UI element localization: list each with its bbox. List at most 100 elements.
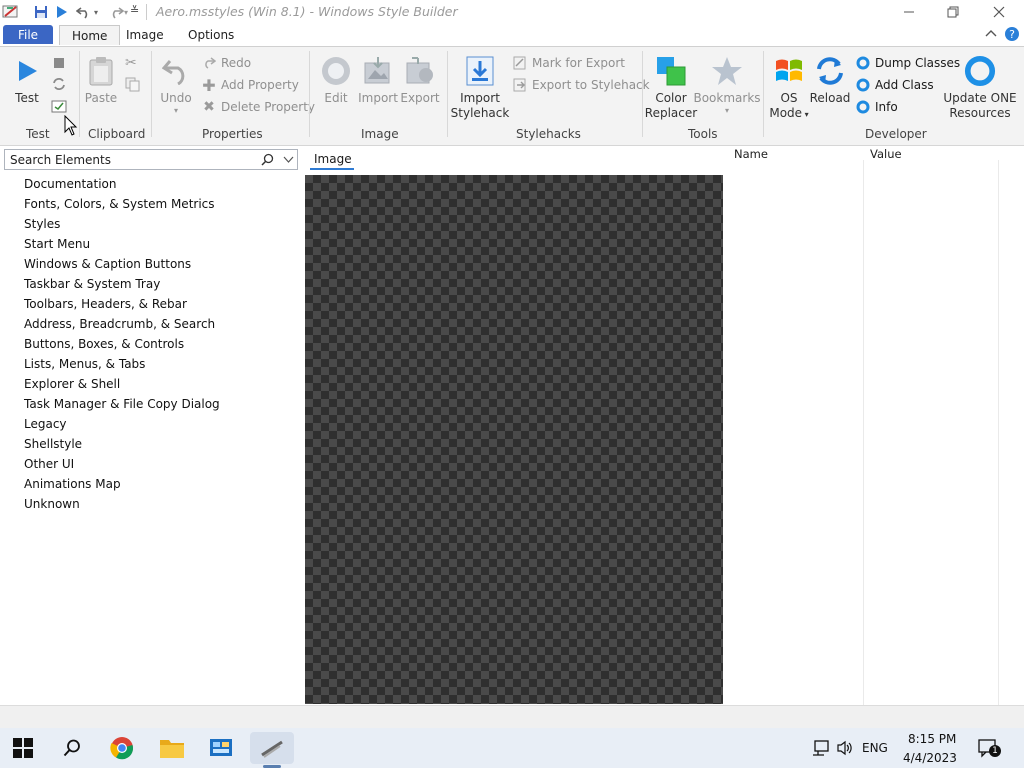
volume-icon[interactable] — [836, 739, 854, 757]
os-mode-button[interactable]: OS Mode ▾ — [768, 55, 810, 122]
tab-underline — [310, 168, 354, 170]
tree-item-unknown[interactable]: Unknown — [24, 497, 80, 511]
update-one-resources-button[interactable]: Update ONE Resources — [943, 55, 1017, 121]
tree-item-fonts-colors[interactable]: Fonts, Colors, & System Metrics — [24, 197, 215, 211]
search-box[interactable] — [4, 149, 298, 170]
image-group-label: Image — [361, 127, 399, 141]
clock-date[interactable]: 4/4/2023 — [903, 751, 957, 765]
paste-button[interactable]: Paste — [84, 55, 118, 106]
color-replacer-icon — [655, 55, 687, 87]
separator — [763, 51, 764, 137]
chrome-icon[interactable] — [104, 732, 140, 764]
delete-property-button[interactable]: ✖ Delete Property — [201, 97, 315, 117]
edit-button[interactable]: Edit — [318, 55, 354, 106]
export-to-stylehack-button[interactable]: Export to Stylehack — [512, 75, 650, 95]
ribbon: Test Test Paste ✂ Clipboard Undo ▾ Redo … — [0, 46, 1024, 146]
stop-icon[interactable] — [54, 58, 64, 68]
clipboard-icon — [85, 55, 117, 87]
value-column-header[interactable]: Value — [870, 147, 902, 161]
checklist-icon[interactable] — [51, 100, 67, 113]
undo-button[interactable]: Undo ▾ — [158, 55, 194, 116]
mark-for-export-button[interactable]: Mark for Export — [512, 53, 625, 73]
ring-icon — [855, 99, 871, 115]
clock-time[interactable]: 8:15 PM — [908, 732, 956, 746]
style-builder-taskbar-icon[interactable] — [250, 732, 294, 764]
tree-item-address[interactable]: Address, Breadcrumb, & Search — [24, 317, 215, 331]
tree-item-animations[interactable]: Animations Map — [24, 477, 121, 491]
minimize-button[interactable] — [886, 0, 932, 24]
undo-dropdown-icon[interactable]: ▾ — [94, 8, 98, 17]
start-button[interactable] — [5, 732, 41, 764]
cut-icon[interactable]: ✂ — [125, 55, 137, 71]
tab-home[interactable]: Home — [59, 25, 121, 45]
tree-item-explorer[interactable]: Explorer & Shell — [24, 377, 120, 391]
export-image-icon — [404, 55, 436, 87]
redo-icon[interactable] — [107, 3, 125, 21]
tree-item-start-menu[interactable]: Start Menu — [24, 237, 90, 251]
bookmarks-button[interactable]: Bookmarks ▾ — [693, 55, 761, 116]
bookmarks-dropdown-icon[interactable]: ▾ — [725, 106, 729, 116]
tab-file[interactable]: File — [3, 25, 53, 44]
download-icon — [464, 55, 496, 87]
file-explorer-icon[interactable] — [154, 732, 190, 764]
ring-icon — [855, 77, 871, 93]
name-column-header[interactable]: Name — [734, 147, 768, 161]
star-icon — [711, 55, 743, 87]
search-icon[interactable] — [54, 732, 90, 764]
ring-icon — [855, 55, 871, 71]
network-icon[interactable] — [812, 739, 830, 757]
app-icon[interactable] — [2, 3, 20, 21]
separator — [309, 51, 310, 137]
export-icon — [512, 77, 528, 93]
search-icon[interactable] — [261, 153, 274, 166]
tree-item-legacy[interactable]: Legacy — [24, 417, 67, 431]
edit-image-icon — [320, 55, 352, 87]
add-property-button[interactable]: ✚ Add Property — [201, 75, 299, 95]
tree-item-other-ui[interactable]: Other UI — [24, 457, 74, 471]
add-class-button[interactable]: Add Class — [855, 75, 934, 95]
undo-dropdown-icon[interactable]: ▾ — [174, 106, 178, 116]
refresh-icon[interactable] — [52, 77, 66, 91]
help-icon[interactable]: ? — [1004, 26, 1020, 42]
test-button[interactable]: Test — [10, 55, 44, 106]
tree-item-windows-caption[interactable]: Windows & Caption Buttons — [24, 257, 191, 271]
collapse-ribbon-icon[interactable] — [984, 27, 998, 41]
tree-item-lists[interactable]: Lists, Menus, & Tabs — [24, 357, 145, 371]
tree-item-buttons[interactable]: Buttons, Boxes, & Controls — [24, 337, 184, 351]
import-button[interactable]: Import — [358, 55, 398, 106]
search-input[interactable] — [10, 152, 250, 167]
color-replacer-button[interactable]: Color Replacer — [645, 55, 697, 121]
language-indicator[interactable]: ENG — [862, 741, 888, 755]
tree-item-task-manager[interactable]: Task Manager & File Copy Dialog — [24, 397, 220, 411]
image-tab[interactable]: Image — [314, 152, 352, 166]
play-icon[interactable] — [53, 3, 71, 21]
export-button[interactable]: Export — [400, 55, 440, 106]
control-panel-icon[interactable] — [203, 732, 239, 764]
close-button[interactable] — [976, 0, 1022, 24]
copy-icon[interactable] — [125, 77, 140, 92]
os-mode-dropdown-icon[interactable]: ▾ — [802, 110, 809, 119]
info-button[interactable]: Info — [855, 97, 898, 117]
tree-item-toolbars[interactable]: Toolbars, Headers, & Rebar — [24, 297, 187, 311]
save-icon[interactable] — [32, 3, 50, 21]
tree-item-styles[interactable]: Styles — [24, 217, 60, 231]
tree-item-shellstyle[interactable]: Shellstyle — [24, 437, 82, 451]
import-stylehack-button[interactable]: Import Stylehack — [451, 55, 509, 121]
developer-group-label: Developer — [865, 127, 927, 141]
redo-button[interactable]: Redo — [201, 53, 251, 73]
tab-options[interactable]: Options — [176, 25, 246, 44]
chevron-down-icon[interactable] — [283, 154, 294, 165]
tree-item-taskbar-tray[interactable]: Taskbar & System Tray — [24, 277, 160, 291]
undo-icon[interactable] — [75, 3, 93, 21]
reload-button[interactable]: Reload — [810, 55, 850, 106]
ribbon-tabs: File Home Image Options ? — [0, 24, 1024, 46]
redo-dropdown-icon[interactable]: ▾ — [124, 8, 128, 17]
tab-image[interactable]: Image — [114, 25, 176, 44]
customize-toolbar-icon[interactable]: ≚ — [130, 4, 139, 17]
restore-button[interactable] — [930, 0, 976, 24]
notifications-icon[interactable]: 1 — [978, 739, 1001, 759]
tree-item-documentation[interactable]: Documentation — [24, 177, 117, 191]
image-preview-canvas[interactable] — [305, 175, 723, 704]
separator — [447, 51, 448, 137]
taskbar: ENG 8:15 PM 4/4/2023 1 — [0, 728, 1024, 768]
